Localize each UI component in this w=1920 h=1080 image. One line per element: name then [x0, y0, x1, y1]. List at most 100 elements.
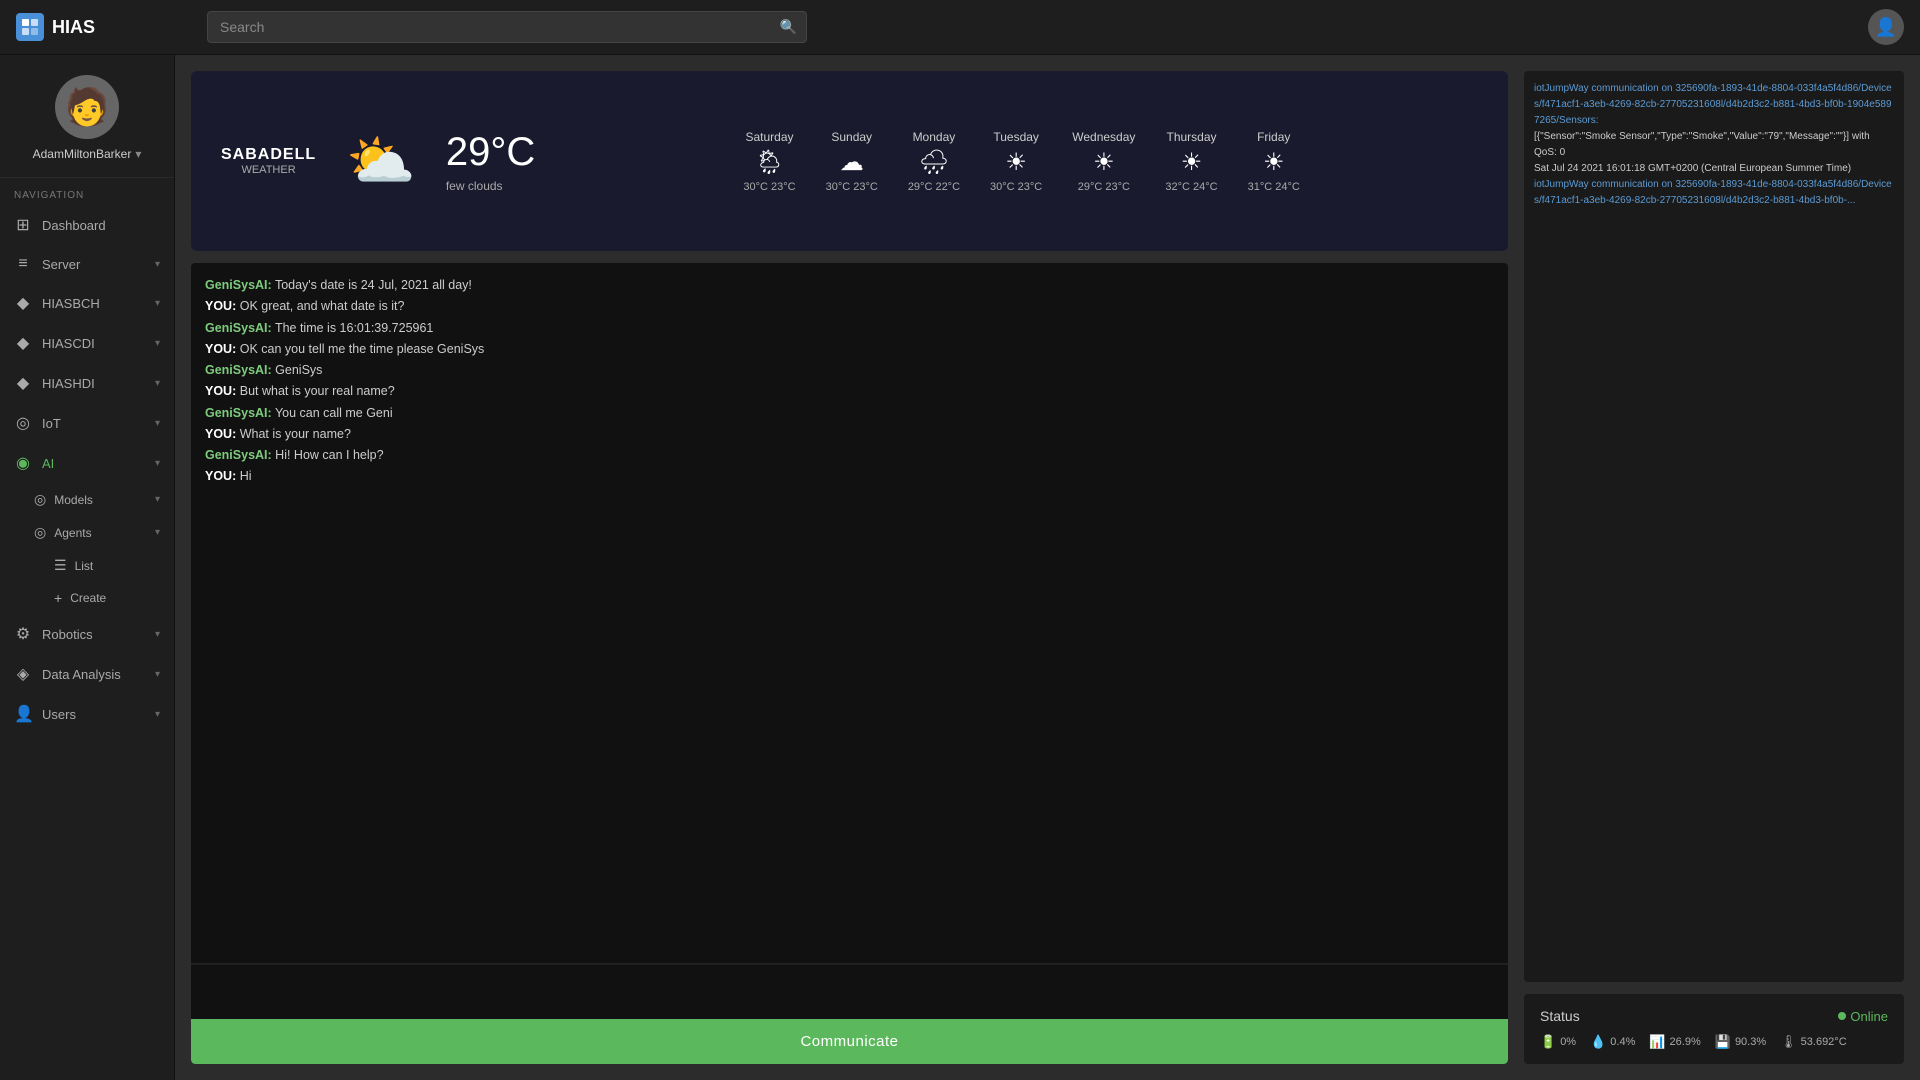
metric-temp: 🌡 53.692°C	[1780, 1034, 1847, 1050]
weather-city: SABADELL	[221, 146, 316, 164]
metric-value: 26.9%	[1670, 1036, 1701, 1048]
chevron-right-icon: ▾	[155, 494, 160, 505]
metric-cpu: 📊 26.9%	[1649, 1034, 1700, 1050]
metric-value: 0%	[1560, 1036, 1576, 1048]
log-entry: iotJumpWay communication on 325690fa-189…	[1534, 177, 1894, 209]
log-entry: iotJumpWay communication on 325690fa-189…	[1534, 81, 1894, 129]
chevron-down-icon: ▾	[135, 147, 141, 161]
forecast-sunday: Sunday ☁ 30°C 23°C	[826, 130, 878, 193]
user-avatar[interactable]: 👤	[1868, 9, 1904, 45]
sidebar-item-server[interactable]: ≡ Server ▾	[0, 245, 174, 283]
hiasbch-icon: ◆	[14, 293, 32, 313]
sidebar-item-label: HIASCDI	[42, 336, 95, 351]
sidebar-item-data-analysis[interactable]: ◈ Data Analysis ▾	[0, 654, 174, 694]
sidebar-sub-list[interactable]: ☰ List	[40, 549, 174, 582]
chat-message: GeniSysAI: GeniSys	[205, 360, 1494, 381]
chevron-right-icon: ▾	[155, 259, 160, 270]
sidebar-item-dashboard[interactable]: ⊞ Dashboard	[0, 205, 174, 245]
sidebar: 🧑 AdamMiltonBarker ▾ NAVIGATION ⊞ Dashbo…	[0, 55, 175, 1080]
right-column: iotJumpWay communication on 325690fa-189…	[1524, 71, 1904, 1064]
sub-item-label: Agents	[54, 526, 91, 540]
app-name: HIAS	[52, 17, 95, 38]
chat-messages: GeniSysAI: Today's date is 24 Jul, 2021 …	[191, 263, 1508, 963]
hiascdi-icon: ◆	[14, 333, 32, 353]
main-content: SABADELL WEATHER ⛅ 29°C few clouds Satur…	[175, 55, 1920, 1080]
status-dot	[1838, 1012, 1846, 1020]
chevron-right-icon: ▾	[155, 298, 160, 309]
chat-message: GeniSysAI: Today's date is 24 Jul, 2021 …	[205, 275, 1494, 296]
forecast-tuesday: Tuesday ☀ 30°C 23°C	[990, 130, 1042, 193]
weather-card: SABADELL WEATHER ⛅ 29°C few clouds Satur…	[191, 71, 1508, 251]
forecast-saturday: Saturday 🌦 30°C 23°C	[743, 130, 795, 193]
status-title: Status	[1540, 1008, 1580, 1024]
sidebar-sub-models[interactable]: ◎ Models ▾	[20, 483, 174, 516]
search-input[interactable]	[207, 11, 807, 43]
topbar: HIAS 🔍 👤	[0, 0, 1920, 55]
forecast-thursday: Thursday ☀ 32°C 24°C	[1165, 130, 1217, 193]
search-icon: 🔍	[780, 19, 797, 36]
chat-message: YOU: Hi	[205, 466, 1494, 487]
sidebar-item-ai[interactable]: ◉ AI ▾	[0, 443, 174, 483]
sidebar-item-hiascdi[interactable]: ◆ HIASCDI ▾	[0, 323, 174, 363]
dashboard-icon: ⊞	[14, 215, 32, 235]
weather-desc: few clouds	[446, 179, 535, 193]
metric-battery: 🔋 0%	[1540, 1034, 1576, 1050]
chat-message: YOU: What is your name?	[205, 424, 1494, 445]
status-online-label: Online	[1850, 1009, 1888, 1024]
status-online: Online	[1838, 1009, 1888, 1024]
chat-input-area: Communicate	[191, 963, 1508, 1064]
humidity-icon: 💧	[1590, 1034, 1606, 1050]
sidebar-item-hiasbch[interactable]: ◆ HIASBCH ▾	[0, 283, 174, 323]
sidebar-item-label: AI	[42, 456, 54, 471]
sub-item-label: List	[75, 559, 94, 573]
weather-current-info: 29°C few clouds	[446, 130, 535, 193]
sidebar-sub-agents[interactable]: ◎ Agents ▾	[20, 516, 174, 549]
chevron-down-icon: ▾	[155, 458, 160, 469]
status-panel: Status Online 🔋 0% 💧 0.4%	[1524, 994, 1904, 1064]
sidebar-item-robotics[interactable]: ⚙ Robotics ▾	[0, 614, 174, 654]
battery-icon: 🔋	[1540, 1034, 1556, 1050]
sidebar-item-label: HIASHDI	[42, 376, 95, 391]
logo-icon	[16, 13, 44, 41]
center-column: SABADELL WEATHER ⛅ 29°C few clouds Satur…	[191, 71, 1508, 1064]
list-icon: ☰	[54, 557, 67, 574]
chat-panel: GeniSysAI: Today's date is 24 Jul, 2021 …	[191, 263, 1508, 1064]
cpu-icon: 📊	[1649, 1034, 1665, 1050]
iot-icon: ◎	[14, 413, 32, 433]
nav-section-label: NAVIGATION	[0, 178, 174, 205]
hiashdi-icon: ◆	[14, 373, 32, 393]
sidebar-item-iot[interactable]: ◎ IoT ▾	[0, 403, 174, 443]
create-icon: +	[54, 590, 62, 606]
chevron-right-icon: ▾	[155, 338, 160, 349]
sidebar-item-hiashdi[interactable]: ◆ HIASHDI ▾	[0, 363, 174, 403]
sidebar-item-label: Server	[42, 257, 80, 272]
log-entry: [{"Sensor":"Smoke Sensor","Type":"Smoke"…	[1534, 129, 1894, 161]
chat-input[interactable]	[191, 964, 1508, 1014]
chat-message: GeniSysAI: The time is 16:01:39.725961	[205, 318, 1494, 339]
chevron-right-icon: ▾	[155, 418, 160, 429]
users-icon: 👤	[14, 704, 32, 724]
chevron-right-icon: ▾	[155, 669, 160, 680]
data-analysis-icon: ◈	[14, 664, 32, 684]
chat-message: GeniSysAI: You can call me Geni	[205, 403, 1494, 424]
chat-message: GeniSysAI: Hi! How can I help?	[205, 445, 1494, 466]
communicate-button[interactable]: Communicate	[191, 1019, 1508, 1064]
log-panel: iotJumpWay communication on 325690fa-189…	[1524, 71, 1904, 982]
forecast-friday: Friday ☀ 31°C 24°C	[1248, 130, 1300, 193]
agents-icon: ◎	[34, 524, 46, 541]
sidebar-username: AdamMiltonBarker ▾	[33, 147, 142, 161]
forecast-monday: Monday 🌧 29°C 22°C	[908, 130, 960, 193]
weather-label: WEATHER	[221, 164, 316, 176]
sidebar-item-label: Users	[42, 707, 76, 722]
metric-memory: 💾 90.3%	[1715, 1034, 1766, 1050]
status-metrics: 🔋 0% 💧 0.4% 📊 26.9% 💾 90.3%	[1540, 1034, 1888, 1050]
sidebar-item-label: Robotics	[42, 627, 93, 642]
sidebar-item-users[interactable]: 👤 Users ▾	[0, 694, 174, 734]
chevron-right-icon: ▾	[155, 709, 160, 720]
log-entry: Sat Jul 24 2021 16:01:18 GMT+0200 (Centr…	[1534, 161, 1894, 177]
avatar: 🧑	[55, 75, 119, 139]
weather-location: SABADELL WEATHER	[221, 146, 316, 176]
chevron-right-icon: ▾	[155, 378, 160, 389]
ai-icon: ◉	[14, 453, 32, 473]
sidebar-sub-create[interactable]: + Create	[40, 582, 174, 614]
